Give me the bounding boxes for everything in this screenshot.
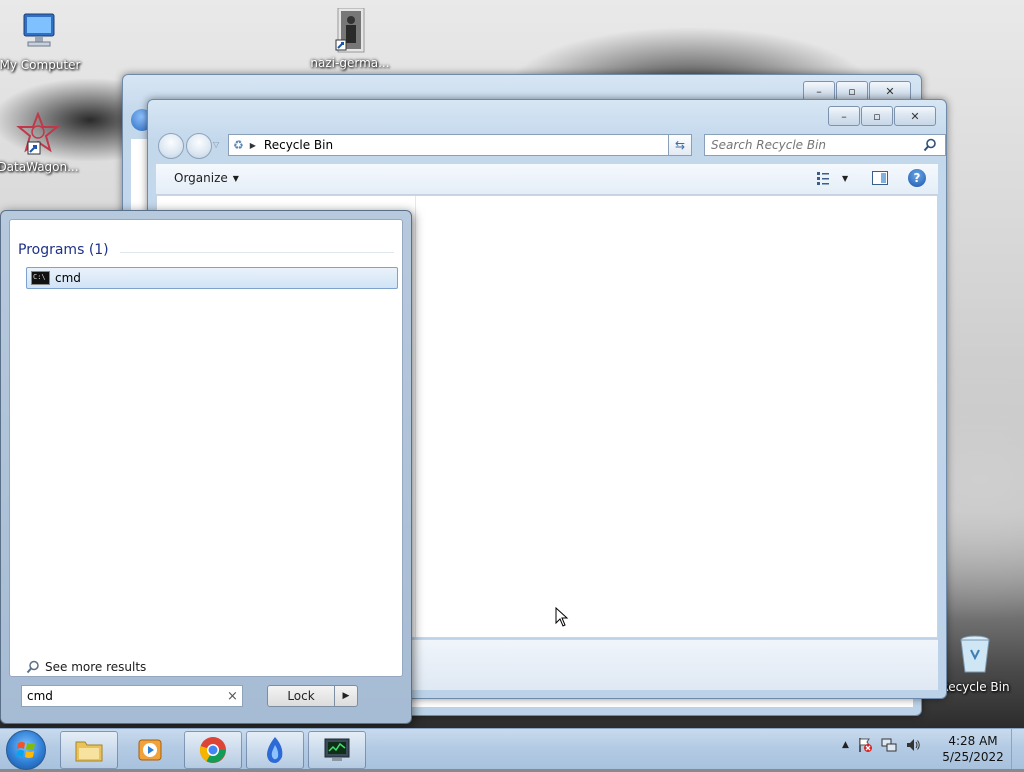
group-divider [120, 252, 394, 253]
taskbar-media-player-button[interactable] [121, 731, 179, 769]
address-bar[interactable]: ♻ ▶ Recycle Bin ▼ [228, 134, 692, 156]
search-box[interactable] [704, 134, 946, 156]
clock-time: 4:28 AM [948, 734, 998, 748]
folder-icon [75, 741, 103, 762]
search-result-cmd[interactable]: C:\ cmd [26, 267, 398, 289]
view-options-button[interactable]: ▼ [816, 171, 848, 185]
computer-icon [18, 10, 62, 54]
start-search-box[interactable]: × [21, 685, 243, 707]
recycle-bin-icon [953, 632, 997, 676]
taskbar: ▲ 4:28 AM 5/25/2022 [0, 728, 1024, 770]
refresh-icon[interactable]: ⇆ [668, 134, 692, 156]
preview-pane-icon [872, 171, 888, 185]
start-button[interactable] [6, 730, 46, 770]
taskbar-app-button[interactable] [246, 731, 304, 769]
minimize-button[interactable]: – [828, 106, 860, 126]
search-icon[interactable] [923, 138, 937, 152]
monitor-icon [324, 738, 350, 761]
caption-buttons: – ▫ ✕ [828, 106, 936, 126]
desktop-icon-label: nazi-germa... [310, 56, 390, 70]
show-hidden-icons-button[interactable]: ▲ [842, 740, 849, 750]
notification-area: ▲ [842, 737, 921, 753]
close-button[interactable]: ✕ [894, 106, 936, 126]
taskbar-chrome-button[interactable] [184, 731, 242, 769]
see-more-results-label: See more results [45, 660, 147, 674]
blue-flame-icon [267, 737, 283, 763]
help-icon[interactable]: ? [908, 169, 926, 187]
start-menu-results-panel: Programs (1) C:\ cmd See more results [9, 219, 403, 677]
minimize-button[interactable]: – [803, 81, 835, 101]
taskbar-explorer-button[interactable] [60, 731, 118, 769]
volume-icon[interactable] [905, 737, 921, 753]
clock-date: 5/25/2022 [942, 750, 1004, 764]
programs-group-title: Programs (1) [18, 242, 109, 258]
show-desktop-button[interactable] [1011, 729, 1024, 769]
recycle-bin-small-icon: ♻ [233, 138, 244, 152]
chevron-down-icon: ▼ [842, 173, 849, 183]
network-icon[interactable] [881, 737, 897, 753]
see-more-results-link[interactable]: See more results [26, 660, 146, 674]
media-player-icon [138, 739, 162, 761]
maximize-button[interactable]: ▫ [836, 81, 868, 101]
chevron-down-icon: ▼ [232, 173, 239, 183]
datawagon-shortcut-icon [16, 111, 60, 156]
caption-buttons: – ▫ ✕ [803, 81, 911, 101]
taskbar-task-manager-button[interactable] [308, 731, 366, 769]
recent-pages-chevron-icon[interactable]: ▽ [213, 140, 219, 149]
navigation-bar: ▽ ♻ ▶ Recycle Bin ▼ ⇆ [156, 132, 946, 159]
lock-button[interactable]: Lock [267, 685, 335, 707]
desktop-icon-label: My Computer [0, 58, 81, 72]
cmd-icon: C:\ [31, 271, 50, 285]
shutdown-options-arrow-icon[interactable]: ▶ [334, 685, 358, 707]
search-input[interactable] [705, 137, 923, 153]
command-bar: Organize ▼ ▼ ? [156, 164, 938, 195]
breadcrumb-recycle-bin[interactable]: Recycle Bin [264, 138, 333, 152]
details-view-icon [817, 172, 829, 185]
windows-logo-icon [16, 742, 35, 758]
back-button[interactable] [158, 133, 184, 159]
maximize-button[interactable]: ▫ [861, 106, 893, 126]
breadcrumb-arrow-icon[interactable]: ▶ [250, 141, 256, 150]
close-button[interactable]: ✕ [869, 81, 911, 101]
system-clock[interactable]: 4:28 AM 5/25/2022 [940, 733, 1006, 765]
preview-pane-button[interactable] [872, 171, 888, 188]
desktop-icon-my-computer[interactable]: My Computer [0, 10, 82, 72]
desktop-icon-photo-shortcut[interactable]: nazi-germa... [308, 7, 392, 70]
start-search-input[interactable] [22, 688, 225, 704]
start-menu: Programs (1) C:\ cmd See more results × … [0, 210, 412, 724]
desktop-icon-datawagon[interactable]: DataWagon... [0, 111, 80, 174]
clear-search-icon[interactable]: × [227, 689, 238, 704]
desktop-icon-label: DataWagon... [0, 160, 79, 174]
shortcut-photo-icon [328, 7, 372, 53]
search-icon [26, 660, 39, 674]
chrome-icon [199, 737, 226, 763]
mouse-cursor-icon [555, 607, 569, 627]
search-result-label: cmd [55, 271, 81, 285]
organize-button[interactable]: Organize ▼ [174, 171, 239, 185]
action-center-flag-icon[interactable] [857, 737, 873, 753]
forward-button[interactable] [186, 133, 212, 159]
organize-label: Organize [174, 171, 228, 185]
